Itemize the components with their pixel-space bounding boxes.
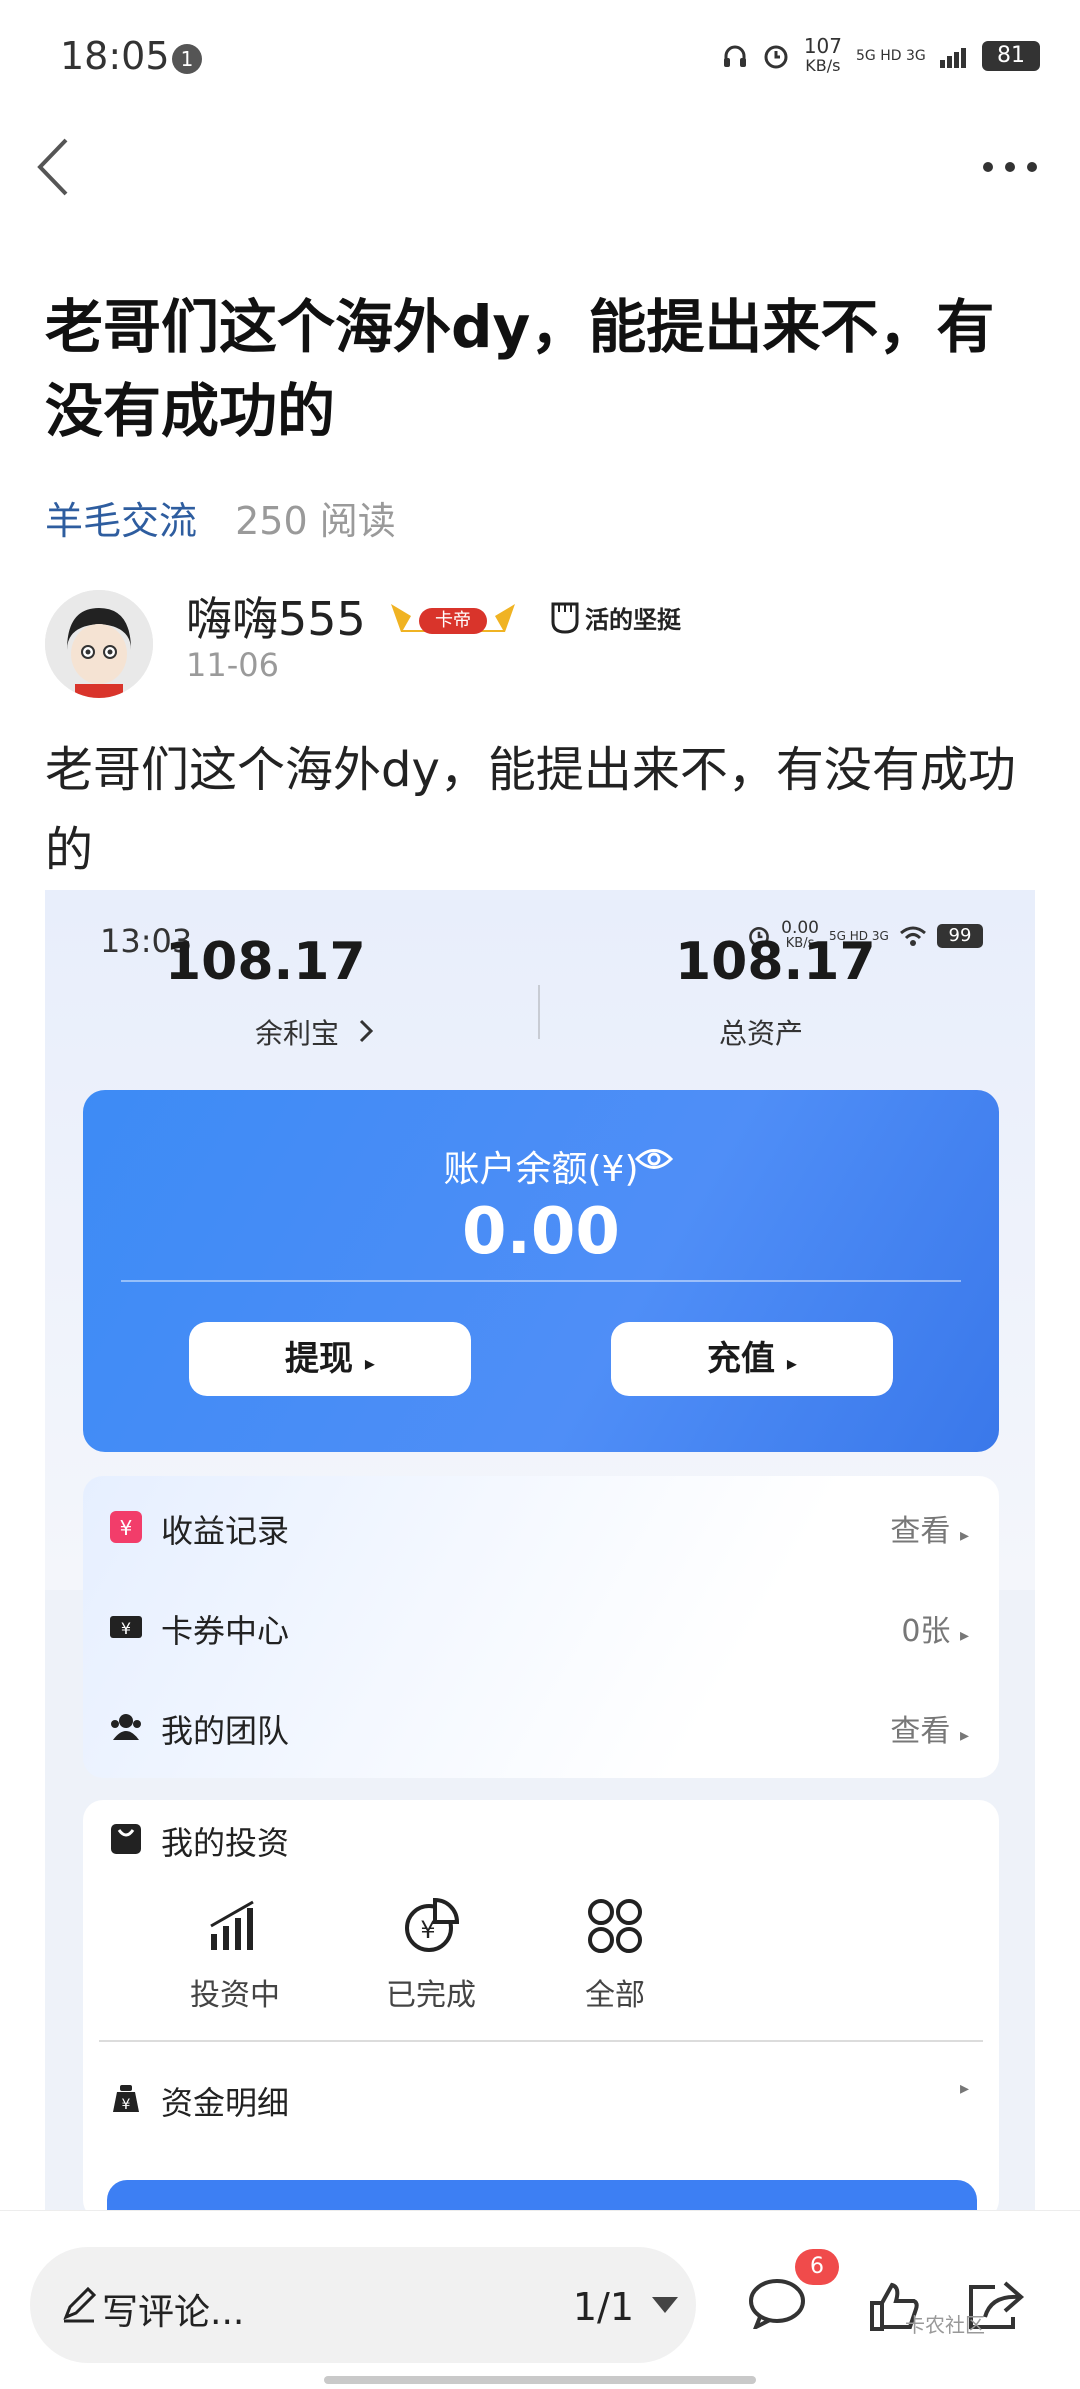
battery-icon: 81 [982, 41, 1040, 71]
recharge-button[interactable]: 充值 ▸ [611, 1322, 893, 1396]
post-meta: 羊毛交流 250 阅读 [45, 490, 396, 545]
play-arrow-icon: ▸ [959, 1625, 969, 1646]
read-count: 250 阅读 [235, 499, 396, 543]
investment-panel: 我的投资 投资中 ¥ 已完成 全部 ¥ 资金明细 ▸ [83, 1800, 999, 2210]
play-arrow-icon: ▸ [959, 1725, 969, 1746]
play-arrow-icon: ▸ [959, 2078, 969, 2099]
comment-count-badge: 6 [795, 2249, 839, 2285]
menu-panel: ¥ 收益记录 查看 ▸ ¥ 卡券中心 0张 ▸ 我的团队 查看 ▸ [83, 1476, 999, 1778]
svg-text:¥: ¥ [120, 1516, 133, 1540]
svg-text:¥: ¥ [122, 2097, 131, 2113]
yulibao-label[interactable]: 余利宝 [255, 1012, 339, 1052]
total-assets-value: 108.17 [675, 932, 876, 992]
play-arrow-icon: ▸ [364, 1351, 375, 1375]
list-item-coupons[interactable]: ¥ 卡券中心 0张 ▸ [83, 1576, 999, 1676]
action-button[interactable] [107, 2180, 977, 2210]
money-bag-icon: ¥ [113, 2085, 139, 2113]
eye-icon[interactable] [635, 1146, 673, 1172]
yen-receipt-icon: ¥ [110, 1511, 142, 1543]
bottom-bar: 写评论... 1/1 6 卡农社区 [0, 2210, 1080, 2389]
avatar-image [45, 590, 153, 698]
list-item-funds[interactable]: ¥ 资金明细 ▸ [83, 2048, 999, 2148]
withdraw-button[interactable]: 提现 ▸ [189, 1322, 471, 1396]
post-image[interactable]: 13:03 0.00 KB/s 5G HD 3G 99 108.17 余利宝 1… [45, 890, 1035, 2210]
divider [538, 985, 540, 1039]
comment-icon[interactable] [748, 2277, 806, 2329]
team-icon [111, 1714, 141, 1740]
alarm-icon [764, 45, 788, 69]
page-indicator[interactable]: 1/1 [573, 2285, 634, 2329]
notification-count-icon: 1 [172, 44, 202, 74]
battery-icon: 99 [937, 924, 983, 948]
headphones-icon [723, 45, 746, 67]
watermark: 卡农社区 [905, 2313, 985, 2337]
signal-bars-icon [940, 44, 968, 68]
total-assets-label: 总资产 [719, 1017, 804, 1050]
back-icon[interactable] [26, 132, 86, 202]
post-title: 老哥们这个海外dy，能提出来不，有没有成功的 [45, 293, 995, 445]
title-badge: 活的坚挺 [545, 588, 695, 638]
divider [99, 2040, 983, 2042]
completed-label[interactable]: 已完成 [331, 1970, 531, 2014]
status-bar: 18:05 1 107 KB/s 5G HD 3G 81 [0, 0, 1080, 120]
level-badge: 卡帝 [385, 594, 521, 638]
list-item-team[interactable]: 我的团队 查看 ▸ [83, 1676, 999, 1776]
status-icons: 107 KB/s 5G HD 3G 81 [722, 36, 1040, 76]
wifi-icon [900, 926, 926, 946]
home-indicator[interactable] [324, 2376, 756, 2384]
fist-icon [551, 602, 579, 634]
play-arrow-icon: ▸ [786, 1351, 797, 1375]
more-options-icon[interactable] [980, 150, 1040, 184]
net-speed: 107 KB/s [803, 34, 842, 75]
list-item-earnings[interactable]: ¥ 收益记录 查看 ▸ [83, 1476, 999, 1576]
investing-label[interactable]: 投资中 [135, 1970, 335, 2014]
status-time: 18:05 [60, 34, 170, 78]
avatar[interactable] [45, 590, 153, 698]
play-arrow-icon: ▸ [959, 1525, 969, 1546]
balance-title: 账户余额(¥) [443, 1149, 639, 1190]
all-label[interactable]: 全部 [515, 1970, 715, 2014]
chevron-right-icon [359, 1019, 374, 1043]
comment-input[interactable]: 写评论... 1/1 [30, 2247, 696, 2363]
svg-text:¥: ¥ [121, 1619, 131, 1638]
balance-value: 0.00 [462, 1195, 620, 1269]
yulibao-value: 108.17 [165, 932, 366, 992]
signal-labels: 5G HD 3G [856, 48, 926, 64]
post-body: 老哥们这个海外dy，能提出来不，有没有成功的 [45, 742, 1016, 878]
author-name[interactable]: 嗨嗨555 [186, 583, 366, 649]
category-link[interactable]: 羊毛交流 [45, 499, 197, 543]
post-date: 11-06 [186, 646, 279, 684]
balance-card: 账户余额(¥) 0.00 提现 ▸ 充值 ▸ [83, 1090, 999, 1452]
svg-text:¥: ¥ [420, 1916, 435, 1944]
grid-icon[interactable] [585, 1896, 645, 1956]
pencil-icon [63, 2286, 97, 2323]
pie-yen-icon[interactable]: ¥ [401, 1896, 461, 1956]
chevron-down-icon[interactable] [652, 2297, 678, 2313]
ticket-icon: ¥ [110, 1616, 142, 1638]
divider [121, 1280, 961, 1282]
bar-chart-icon[interactable] [205, 1896, 265, 1956]
